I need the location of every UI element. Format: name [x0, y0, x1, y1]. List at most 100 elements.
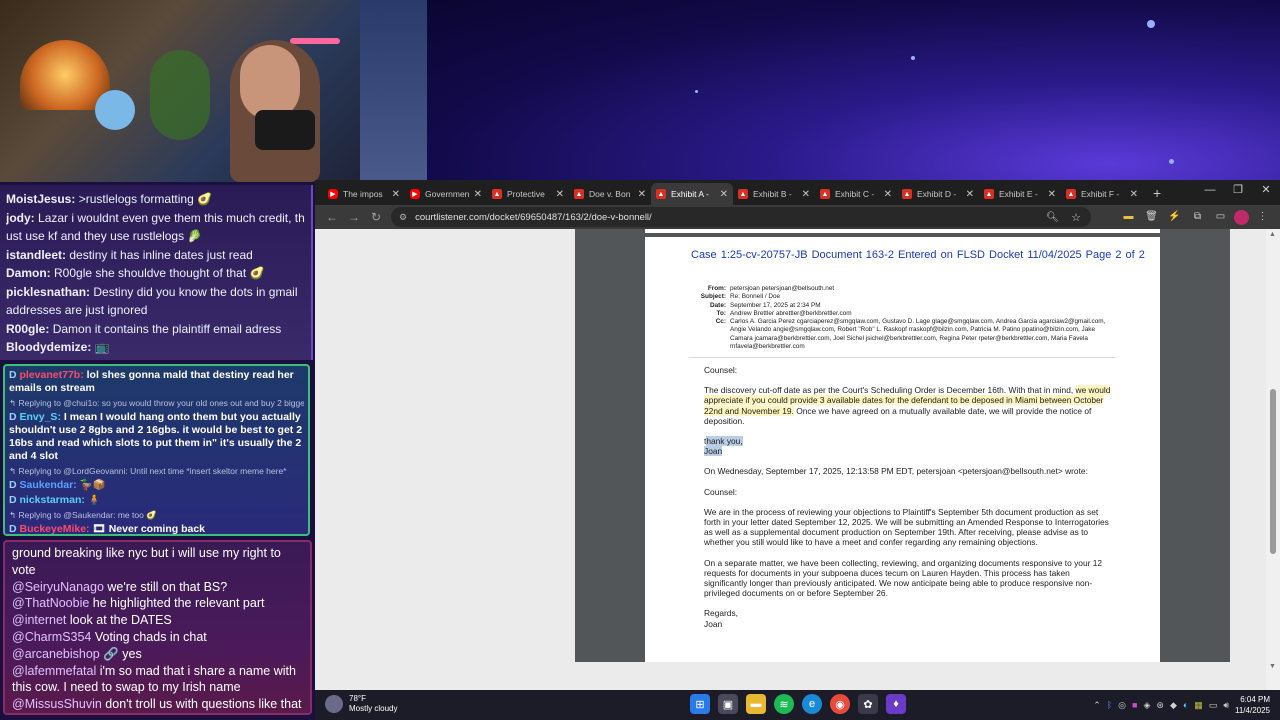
spotify-icon[interactable]: ≋ [774, 694, 794, 714]
menu-dots-icon[interactable]: ⋮ [1253, 208, 1272, 226]
chat-text: R00gle she shouldve thought of that 🥑 [54, 266, 265, 280]
scroll-down-icon[interactable]: ▼ [1269, 663, 1276, 670]
scroll-up-icon[interactable]: ▲ [1269, 231, 1276, 238]
badge-icon: D [9, 494, 20, 506]
zoom-icon[interactable]: 🔍︎ [1046, 212, 1059, 223]
task-view-icon[interactable]: ▣ [718, 694, 738, 714]
close-icon[interactable]: ✕ [802, 189, 810, 200]
chat-username[interactable]: MoistJesus: [6, 192, 75, 206]
tray-app-icon[interactable]: ▦ [1194, 700, 1203, 711]
windows-start-icon[interactable]: ⊞ [690, 694, 710, 714]
chat-message: @internet look at the DATES [12, 612, 303, 629]
chat-username[interactable]: @SeiryuNanago [12, 580, 104, 594]
scrollbar[interactable]: ▲ ▼ [1266, 229, 1280, 690]
chat-username[interactable]: plevanet77b: [20, 369, 84, 381]
chat-text: don't troll us with questions like that [101, 697, 302, 712]
app-icon[interactable]: ♦ [886, 694, 906, 714]
volume-icon[interactable]: 🔊︎ [1223, 700, 1229, 711]
new-tab-button[interactable]: + [1153, 185, 1161, 201]
close-icon[interactable]: ✕ [1130, 189, 1138, 200]
close-icon[interactable]: ✕ [474, 189, 482, 200]
chat-username[interactable]: istandleet: [6, 248, 66, 262]
cast-icon[interactable]: ▭ [1211, 208, 1230, 226]
steam-icon[interactable]: ⊛ [1156, 700, 1164, 711]
pdf-icon: ▲ [902, 189, 912, 199]
chat-username[interactable]: Bloodydemize: [6, 340, 91, 354]
chat-username[interactable]: @arcanebishop [12, 647, 100, 661]
chat-message: Damon: R00gle she shouldve thought of th… [6, 264, 305, 283]
chat-username[interactable]: Saukendar: [20, 479, 77, 491]
tray-app-icon[interactable]: ◆ [1170, 700, 1177, 711]
trash-icon[interactable]: 🗑︎ [1142, 208, 1161, 226]
close-icon[interactable]: ✕ [638, 189, 646, 200]
bluetooth-icon[interactable]: ᛒ [1107, 700, 1112, 710]
tab-exhibit-c[interactable]: ▲ Exhibit C - ✕ [815, 183, 897, 205]
tab-doe-v-bon[interactable]: ▲ Doe v. Bon ✕ [569, 183, 651, 205]
chat-username[interactable]: nickstarman: [20, 494, 85, 506]
chat-message: jody: Lazar i wouldnt even gve them this… [6, 209, 305, 228]
chrome-icon[interactable]: ◉ [830, 694, 850, 714]
tab-governmen[interactable]: ▶ Governmen ✕ [405, 183, 487, 205]
tab-the-impos[interactable]: ▶ The impos ✕ [323, 183, 405, 205]
tab-exhibit-e[interactable]: ▲ Exhibit E - ✕ [979, 183, 1061, 205]
text-span: Regards, [704, 608, 738, 619]
close-icon[interactable]: ✕ [884, 189, 892, 200]
close-button[interactable]: ✕ [1252, 180, 1280, 205]
tab-protective[interactable]: ▲ Protective ✕ [487, 183, 569, 205]
chat-username[interactable]: BuckeyeMike: [20, 523, 90, 534]
tray-app-icon[interactable]: ◎ [1118, 700, 1126, 711]
maximize-button[interactable]: ❐ [1224, 180, 1252, 205]
extension-ai-icon[interactable]: ⚡ [1165, 208, 1184, 226]
chat-username[interactable]: @CharmS354 [12, 630, 91, 644]
close-icon[interactable]: ✕ [966, 189, 974, 200]
tab-exhibit-f[interactable]: ▲ Exhibit F - ✕ [1061, 183, 1143, 205]
tray-app-icon[interactable]: ■ [1132, 700, 1137, 710]
email-field-row: From: petersjoan petersjoan@bellsouth.net [689, 285, 1119, 293]
tab-exhibit-b[interactable]: ▲ Exhibit B - ✕ [733, 183, 815, 205]
minimize-button[interactable]: — [1196, 180, 1224, 205]
chat-username[interactable]: R00gle: [6, 322, 49, 336]
weather-widget[interactable]: 78°F Mostly cloudy [325, 694, 397, 714]
chat-username[interactable]: @lafemmefatal [12, 664, 96, 678]
bookmark-star-icon[interactable]: ☆ [1071, 211, 1081, 224]
chat-message: D BuckeyeMike: 🎞 Never coming back [9, 523, 304, 534]
chat-text: look at the DATES [66, 613, 172, 628]
edge-icon[interactable]: e [802, 694, 822, 714]
back-arrow-icon[interactable]: ← [321, 210, 343, 224]
chat-username[interactable]: @internet [12, 613, 66, 627]
webcam-feed [0, 0, 427, 182]
scrollbar-thumb[interactable] [1270, 389, 1276, 554]
field-value: Andrew Brettler abrettler@berkbrettler.c… [730, 309, 852, 317]
reload-icon[interactable]: ↻ [365, 210, 387, 224]
field-value: Re: Bonnell / Doe [730, 293, 781, 301]
close-icon[interactable]: ✕ [1048, 189, 1056, 200]
streamer-head [240, 45, 300, 120]
chat-username[interactable]: @MissusShuvin [12, 697, 102, 711]
chat-panel-bottom: ground breaking like nyc but i will use … [3, 540, 312, 715]
chat-username[interactable]: jody: [6, 211, 35, 225]
address-bar[interactable]: ⚙ courtlistener.com/docket/69650487/163/… [391, 207, 1091, 227]
close-icon[interactable]: ✕ [720, 189, 728, 200]
tab-exhibit-a[interactable]: ▲ Exhibit A - ✕ [651, 183, 733, 205]
chevron-up-icon[interactable]: ⌃ [1093, 700, 1101, 711]
field-label: To: [716, 309, 726, 317]
tab-exhibit-d[interactable]: ▲ Exhibit D - ✕ [897, 183, 979, 205]
site-info-icon[interactable]: ⚙ [399, 212, 407, 223]
chat-username[interactable]: Envy_S: [20, 411, 61, 423]
close-icon[interactable]: ✕ [392, 189, 400, 200]
network-icon[interactable]: ▭ [1209, 700, 1218, 711]
extensions-puzzle-icon[interactable]: ⧉ [1188, 208, 1207, 226]
close-icon[interactable]: ✕ [556, 189, 564, 200]
tray-app-icon[interactable]: ◐ [1183, 700, 1188, 710]
profile-avatar[interactable] [1234, 210, 1249, 225]
folder-icon[interactable]: ▬ [1119, 208, 1138, 226]
clock[interactable]: 6:04 PM 11/4/2025 [1235, 694, 1270, 716]
chat-username[interactable]: Damon: [6, 266, 51, 280]
tray-app-icon[interactable]: ◈ [1143, 700, 1150, 711]
chat-username[interactable]: picklesnathan: [6, 285, 90, 299]
app-icon[interactable]: ✿ [858, 694, 878, 714]
chat-username[interactable]: @ThatNoobie [12, 596, 89, 610]
plant [150, 50, 210, 140]
forward-arrow-icon[interactable]: → [343, 210, 365, 224]
file-explorer-icon[interactable]: ▬ [746, 694, 766, 714]
